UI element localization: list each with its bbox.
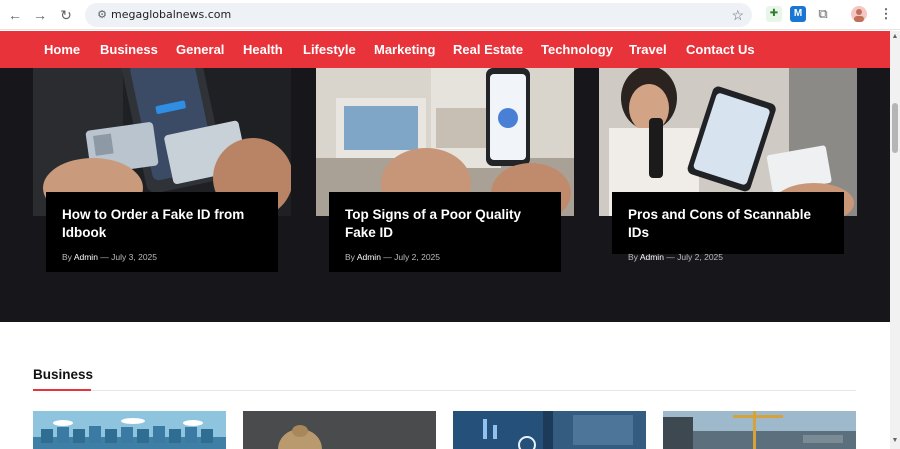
browser-toolbar: ← → ↻ ⚙ megaglobalnews.com ☆ ✚ M ⧉ ⋮ xyxy=(0,0,900,30)
meta-date: July 2, 2025 xyxy=(394,252,441,262)
section-underline xyxy=(33,389,91,391)
business-thumb-2[interactable] xyxy=(243,411,436,449)
meta-author[interactable]: Admin xyxy=(357,252,381,262)
nav-health[interactable]: Health xyxy=(243,42,283,57)
featured-meta-1: By Admin — July 3, 2025 xyxy=(62,252,262,262)
scrollbar-thumb[interactable] xyxy=(892,103,898,153)
page-scrollbar[interactable]: ▲ ▼ xyxy=(890,31,900,449)
nav-contact-us[interactable]: Contact Us xyxy=(686,42,755,57)
nav-marketing[interactable]: Marketing xyxy=(374,42,435,57)
meta-by: By xyxy=(345,252,355,262)
extension-plus-icon[interactable]: ✚ xyxy=(766,6,782,22)
profile-avatar[interactable] xyxy=(851,6,867,22)
menu-kebab-icon[interactable]: ⋮ xyxy=(878,6,894,22)
meta-author[interactable]: Admin xyxy=(74,252,98,262)
site-info-icon[interactable]: ⚙ xyxy=(93,6,111,24)
featured-meta-2: By Admin — July 2, 2025 xyxy=(345,252,545,262)
section-title-business[interactable]: Business xyxy=(33,367,93,382)
meta-by: By xyxy=(62,252,72,262)
featured-card-3[interactable]: Pros and Cons of Scannable IDs By Admin … xyxy=(612,192,844,262)
reload-icon[interactable]: ↻ xyxy=(57,6,75,24)
scroll-down-icon[interactable]: ▼ xyxy=(891,437,899,444)
section-divider xyxy=(91,390,856,391)
extension-m-icon[interactable]: M xyxy=(790,6,806,22)
forward-icon[interactable]: → xyxy=(31,6,49,24)
address-bar[interactable]: ⚙ megaglobalnews.com ☆ xyxy=(85,3,752,27)
business-thumb-3[interactable] xyxy=(453,411,646,449)
featured-title-2[interactable]: Top Signs of a Poor Quality Fake ID xyxy=(345,206,545,242)
scroll-up-icon[interactable]: ▲ xyxy=(891,33,899,40)
url-text[interactable]: megaglobalnews.com xyxy=(111,8,231,21)
featured-title-3[interactable]: Pros and Cons of Scannable IDs xyxy=(628,206,828,242)
back-icon[interactable]: ← xyxy=(6,6,24,24)
meta-date: July 2, 2025 xyxy=(677,252,724,262)
nav-technology[interactable]: Technology xyxy=(541,42,613,57)
bookmark-star-icon[interactable]: ☆ xyxy=(731,6,744,24)
business-thumb-1[interactable] xyxy=(33,411,226,449)
featured-section: How to Order a Fake ID from Idbook By Ad… xyxy=(0,68,890,322)
nav-travel[interactable]: Travel xyxy=(629,42,667,57)
nav-business[interactable]: Business xyxy=(100,42,158,57)
extensions-puzzle-icon[interactable]: ⧉ xyxy=(815,6,831,22)
nav-real-estate[interactable]: Real Estate xyxy=(453,42,523,57)
meta-date: July 3, 2025 xyxy=(111,252,158,262)
featured-card-2[interactable]: Top Signs of a Poor Quality Fake ID By A… xyxy=(329,192,561,272)
featured-meta-3: By Admin — July 2, 2025 xyxy=(628,252,828,262)
nav-lifestyle[interactable]: Lifestyle xyxy=(303,42,356,57)
meta-by: By xyxy=(628,252,638,262)
site-navigation: Home Business General Health Lifestyle M… xyxy=(0,31,890,68)
featured-card-1[interactable]: How to Order a Fake ID from Idbook By Ad… xyxy=(46,192,278,272)
meta-separator: — xyxy=(100,252,109,262)
business-thumb-4[interactable] xyxy=(663,411,856,449)
nav-general[interactable]: General xyxy=(176,42,224,57)
featured-title-1[interactable]: How to Order a Fake ID from Idbook xyxy=(62,206,262,242)
meta-separator: — xyxy=(666,252,675,262)
nav-home[interactable]: Home xyxy=(44,42,80,57)
meta-separator: — xyxy=(383,252,392,262)
meta-author[interactable]: Admin xyxy=(640,252,664,262)
